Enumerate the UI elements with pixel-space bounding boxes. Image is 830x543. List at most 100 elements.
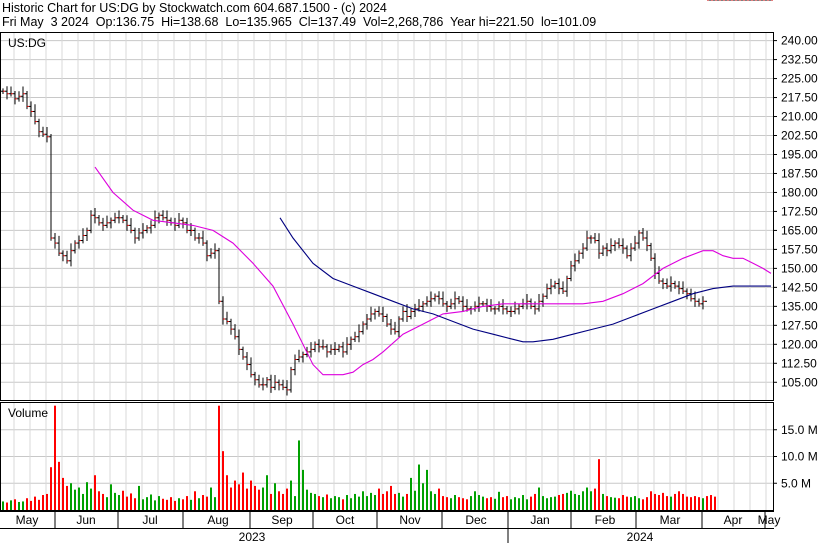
price-bar xyxy=(289,366,293,393)
volume-bar xyxy=(138,485,140,510)
price-bar xyxy=(313,341,317,353)
volume-bar xyxy=(530,496,532,510)
price-bar xyxy=(249,357,253,378)
price-bar xyxy=(89,210,93,234)
price-tick-label: 195.00 xyxy=(781,147,818,161)
price-tick-label: 187.50 xyxy=(781,166,818,180)
volume-bar xyxy=(34,496,36,510)
price-bar xyxy=(581,243,585,259)
volume-bar xyxy=(6,502,8,510)
month-label: Sep xyxy=(271,513,293,527)
volume-bar xyxy=(422,483,424,510)
stock-chart: US:DG Volume 240.00 232.50 225.00 217.50 210… xyxy=(0,0,818,543)
price-tick-label: 165.00 xyxy=(781,223,818,237)
price-bar xyxy=(601,245,605,256)
volume-bar xyxy=(514,497,516,510)
price-bar xyxy=(37,118,41,138)
price-tick-label: 150.00 xyxy=(781,261,818,275)
volume-bar xyxy=(710,495,712,510)
volume-bar xyxy=(226,475,228,510)
volume-bar xyxy=(534,493,536,510)
volume-bar xyxy=(178,498,180,510)
volume-bar xyxy=(438,488,440,510)
price-bar xyxy=(505,306,509,315)
volume-bar xyxy=(462,498,464,510)
month-label: Nov xyxy=(399,513,420,527)
volume-bar xyxy=(374,495,376,510)
volume-bar xyxy=(578,495,580,510)
price-bar xyxy=(33,104,37,125)
volume-bar xyxy=(50,467,52,510)
month-label: Jul xyxy=(142,513,157,527)
price-bar xyxy=(369,306,373,322)
volume-bar xyxy=(134,498,136,510)
volume-bar xyxy=(326,494,328,510)
volume-bar xyxy=(302,469,304,510)
volume-bar xyxy=(190,499,192,510)
volume-bar xyxy=(358,496,360,510)
price-tick-label: 172.50 xyxy=(781,204,818,218)
price-bar xyxy=(545,283,549,300)
volume-bar xyxy=(510,499,512,510)
grid xyxy=(1,33,773,510)
price-bar xyxy=(85,227,89,242)
price-bar xyxy=(121,214,125,224)
volume-bar xyxy=(54,405,56,510)
volume-bar xyxy=(650,491,652,510)
price-bar xyxy=(261,377,265,391)
volume-bar xyxy=(458,497,460,510)
price-bar xyxy=(433,293,437,302)
price-bar xyxy=(517,303,521,315)
month-label: Feb xyxy=(595,513,616,527)
volume-bar xyxy=(622,495,624,510)
volume-bar xyxy=(618,498,620,510)
volume-bar xyxy=(346,495,348,510)
volume-bar xyxy=(118,495,120,510)
volume-bar xyxy=(106,497,108,510)
price-tick-label: 217.50 xyxy=(781,91,818,105)
month-label: Jun xyxy=(76,513,95,527)
volume-bar xyxy=(674,493,676,510)
volume-bar xyxy=(614,497,616,510)
price-tick-label: 157.50 xyxy=(781,242,818,256)
volume-bar xyxy=(602,493,604,510)
volume-bar xyxy=(70,483,72,510)
volume-bar xyxy=(446,497,448,510)
price-bar xyxy=(225,311,229,325)
volume-bar xyxy=(634,496,636,510)
volume-bar xyxy=(234,480,236,510)
price-bar xyxy=(705,0,709,302)
price-bar xyxy=(641,227,645,241)
price-tick-label: 135.00 xyxy=(781,299,818,313)
volume-bar xyxy=(350,498,352,510)
price-bar xyxy=(149,220,153,234)
volume-bar xyxy=(182,499,184,510)
price-bar xyxy=(105,215,109,229)
price-bar xyxy=(457,295,461,305)
price-bar xyxy=(145,225,149,234)
volume-bar xyxy=(502,497,504,510)
price-bar xyxy=(73,240,77,254)
volume-bar xyxy=(98,491,100,510)
price-bar xyxy=(17,91,21,102)
volume-bar xyxy=(394,493,396,510)
price-bar xyxy=(593,233,597,244)
volume-bar xyxy=(42,495,44,510)
price-bar xyxy=(625,245,629,259)
volume-bar xyxy=(382,493,384,510)
month-label: Apr xyxy=(724,513,743,527)
price-bar xyxy=(353,331,357,343)
month-label: May xyxy=(16,513,39,527)
volume-bar xyxy=(142,499,144,510)
volume-bar xyxy=(626,496,628,510)
price-bar xyxy=(49,133,53,241)
volume-bar xyxy=(194,491,196,510)
volume-label: Volume xyxy=(8,406,48,420)
volume-tick-label: 5.0 M xyxy=(781,476,811,490)
volume-axis-ticks: 15.0 M 10.0 M 5.0 M xyxy=(773,423,818,490)
volume-bar xyxy=(418,464,420,510)
volume-bar xyxy=(62,477,64,510)
price-bar xyxy=(257,374,261,388)
volume-bar xyxy=(210,487,212,510)
volume-bar xyxy=(30,500,32,510)
